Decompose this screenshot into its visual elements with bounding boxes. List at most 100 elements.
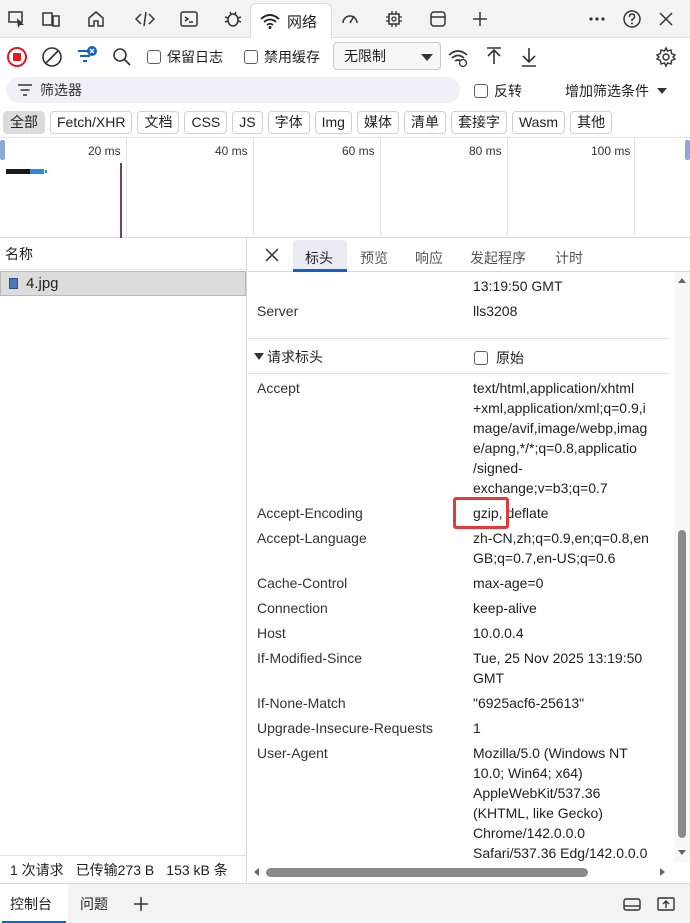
header-key: Server (257, 303, 299, 319)
raw-checkbox[interactable]: 原始 (474, 348, 524, 368)
header-value-line: +xml,application/xml;q=0.9,i (473, 400, 646, 416)
type-filter-socket[interactable]: 套接字 (450, 110, 507, 134)
device-emulation-icon[interactable] (36, 4, 66, 34)
network-wifi-icon (260, 14, 280, 29)
checkbox-icon (147, 50, 161, 64)
devtools-tabbar: 网络 (0, 0, 690, 38)
record-stop-icon[interactable] (6, 45, 28, 69)
type-filter-wasm[interactable]: Wasm (511, 110, 566, 134)
throttling-value: 无限制 (344, 48, 386, 64)
memory-chip-icon[interactable] (379, 4, 409, 34)
request-row[interactable]: 4.jpg (0, 271, 246, 296)
console-tab-label: 控制台 (10, 896, 52, 912)
triangle-down-icon (254, 353, 264, 360)
disable-cache-checkbox[interactable]: 禁用缓存 (244, 45, 320, 69)
scrollbar-thumb[interactable] (678, 530, 686, 838)
search-icon[interactable] (111, 45, 133, 69)
tab-preview[interactable]: 预览 (360, 248, 388, 268)
export-har-icon[interactable] (518, 45, 540, 69)
clear-icon[interactable] (41, 45, 63, 69)
header-key: Connection (257, 600, 328, 616)
header-value-line: Chrome/142.0.0.0 (473, 825, 586, 841)
header-key: If-None-Match (257, 695, 346, 711)
tab-console[interactable]: 控制台 (0, 884, 68, 923)
tab-issues[interactable]: 问题 (80, 884, 108, 923)
scroll-down-arrow-icon[interactable] (678, 850, 686, 855)
inspect-icon[interactable] (2, 4, 32, 34)
console-icon[interactable] (174, 4, 204, 34)
application-window-icon[interactable] (423, 4, 453, 34)
vertical-scrollbar[interactable] (674, 272, 690, 862)
header-key: If-Modified-Since (257, 650, 363, 666)
close-icon[interactable] (262, 245, 282, 265)
add-drawer-tab-icon[interactable] (131, 884, 151, 923)
add-tool-icon[interactable] (465, 4, 495, 34)
elements-code-icon[interactable] (130, 4, 160, 34)
status-resources: 153 kB 条 (166, 861, 228, 878)
welcome-home-icon[interactable] (81, 4, 111, 34)
network-conditions-icon[interactable] (447, 45, 469, 69)
filter-row: 筛选器 反转 增加筛选条件 (0, 75, 690, 105)
header-key: Host (257, 625, 286, 641)
type-filter-media[interactable]: 媒体 (356, 110, 399, 134)
chevron-down-icon (657, 88, 667, 94)
preserve-log-checkbox[interactable]: 保留日志 (147, 45, 223, 69)
header-value-line: (KHTML, like Gecko) (473, 805, 603, 821)
drawer-tabbar: 控制台 问题 (0, 883, 690, 923)
type-filter-css[interactable]: CSS (184, 110, 228, 134)
filter-funnel-icon[interactable] (76, 45, 98, 69)
header-value-line: max-age=0 (473, 575, 544, 591)
type-filter-manifest[interactable]: 清单 (403, 110, 446, 134)
scroll-left-arrow-icon[interactable] (254, 868, 259, 876)
scroll-right-arrow-icon[interactable] (660, 868, 665, 876)
type-filter-doc[interactable]: 文档 (137, 110, 180, 134)
performance-gauge-icon[interactable] (335, 4, 365, 34)
scrollbar-thumb[interactable] (266, 868, 588, 877)
type-filter-font[interactable]: 字体 (267, 110, 310, 134)
horizontal-scrollbar[interactable] (248, 864, 674, 880)
header-key: Cache-Control (257, 575, 348, 591)
help-icon[interactable] (617, 4, 647, 34)
type-filter-all[interactable]: 全部 (3, 110, 45, 134)
image-file-icon (9, 278, 18, 289)
close-icon[interactable] (651, 4, 681, 34)
request-headers-section[interactable]: 请求标头 原始 (248, 338, 670, 374)
status-request-count: 1 次请求 (10, 861, 64, 878)
name-column-header[interactable]: 名称 (0, 238, 247, 270)
tab-headers[interactable]: 标头 (305, 248, 333, 268)
filter-lines-icon (18, 84, 32, 96)
overview-tick-label: 60 ms (342, 144, 375, 158)
sources-bug-icon[interactable] (218, 4, 248, 34)
invert-label: 反转 (494, 83, 522, 99)
header-value: lls3208 (473, 303, 518, 319)
settings-gear-icon[interactable] (655, 45, 677, 69)
scroll-up-arrow-icon[interactable] (678, 278, 686, 283)
tab-response[interactable]: 响应 (415, 248, 443, 268)
tab-initiator[interactable]: 发起程序 (470, 248, 526, 268)
network-overview-timeline[interactable]: 20 ms 40 ms 60 ms 80 ms 100 ms (0, 137, 690, 238)
request-name: 4.jpg (26, 275, 59, 292)
invert-checkbox[interactable]: 反转 (474, 81, 522, 101)
overview-tick-label: 100 ms (591, 144, 631, 158)
dock-drawer-icon[interactable] (621, 884, 643, 923)
throttling-select[interactable]: 无限制 (333, 42, 441, 70)
overview-gridline (634, 138, 635, 238)
more-icon[interactable] (582, 4, 612, 34)
overview-right-handle[interactable] (685, 140, 690, 160)
request-detail-pane: 标头 预览 响应 发起程序 计时 13:19:50 GMT Server lls… (248, 238, 690, 883)
more-filters-dropdown[interactable]: 增加筛选条件 (565, 81, 667, 101)
tab-timing[interactable]: 计时 (555, 248, 583, 268)
filter-input[interactable]: 筛选器 (6, 77, 460, 103)
type-filter-img[interactable]: Img (314, 110, 352, 134)
overview-left-handle[interactable] (0, 140, 5, 160)
close-drawer-icon[interactable] (655, 884, 677, 923)
type-filter-fetch-xhr[interactable]: Fetch/XHR (50, 110, 133, 134)
header-value-line: 1 (473, 720, 481, 736)
filter-placeholder: 筛选器 (40, 82, 82, 98)
type-filter-other[interactable]: 其他 (570, 110, 613, 134)
more-filters-label: 增加筛选条件 (565, 83, 649, 99)
type-filter-js[interactable]: JS (232, 110, 263, 134)
tab-network[interactable]: 网络 (250, 3, 332, 38)
status-transferred: 已传输273 B (75, 861, 155, 878)
import-har-icon[interactable] (483, 45, 505, 69)
